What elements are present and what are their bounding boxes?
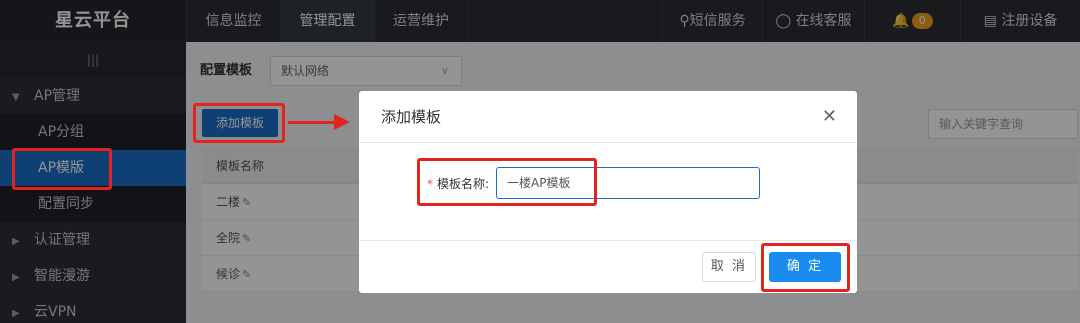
- highlight-add-button: [193, 103, 285, 143]
- dialog-header: 添加模板 ✕: [359, 91, 857, 143]
- highlight-ap-template: [12, 148, 112, 190]
- cancel-button[interactable]: 取 消: [702, 252, 756, 282]
- dialog-title: 添加模板: [381, 108, 442, 126]
- annotation-arrow-icon: [334, 114, 350, 130]
- close-icon[interactable]: ✕: [822, 91, 837, 143]
- highlight-confirm-button: [761, 243, 850, 292]
- highlight-name-field: [417, 158, 597, 206]
- annotation-arrow-shaft: [288, 121, 336, 124]
